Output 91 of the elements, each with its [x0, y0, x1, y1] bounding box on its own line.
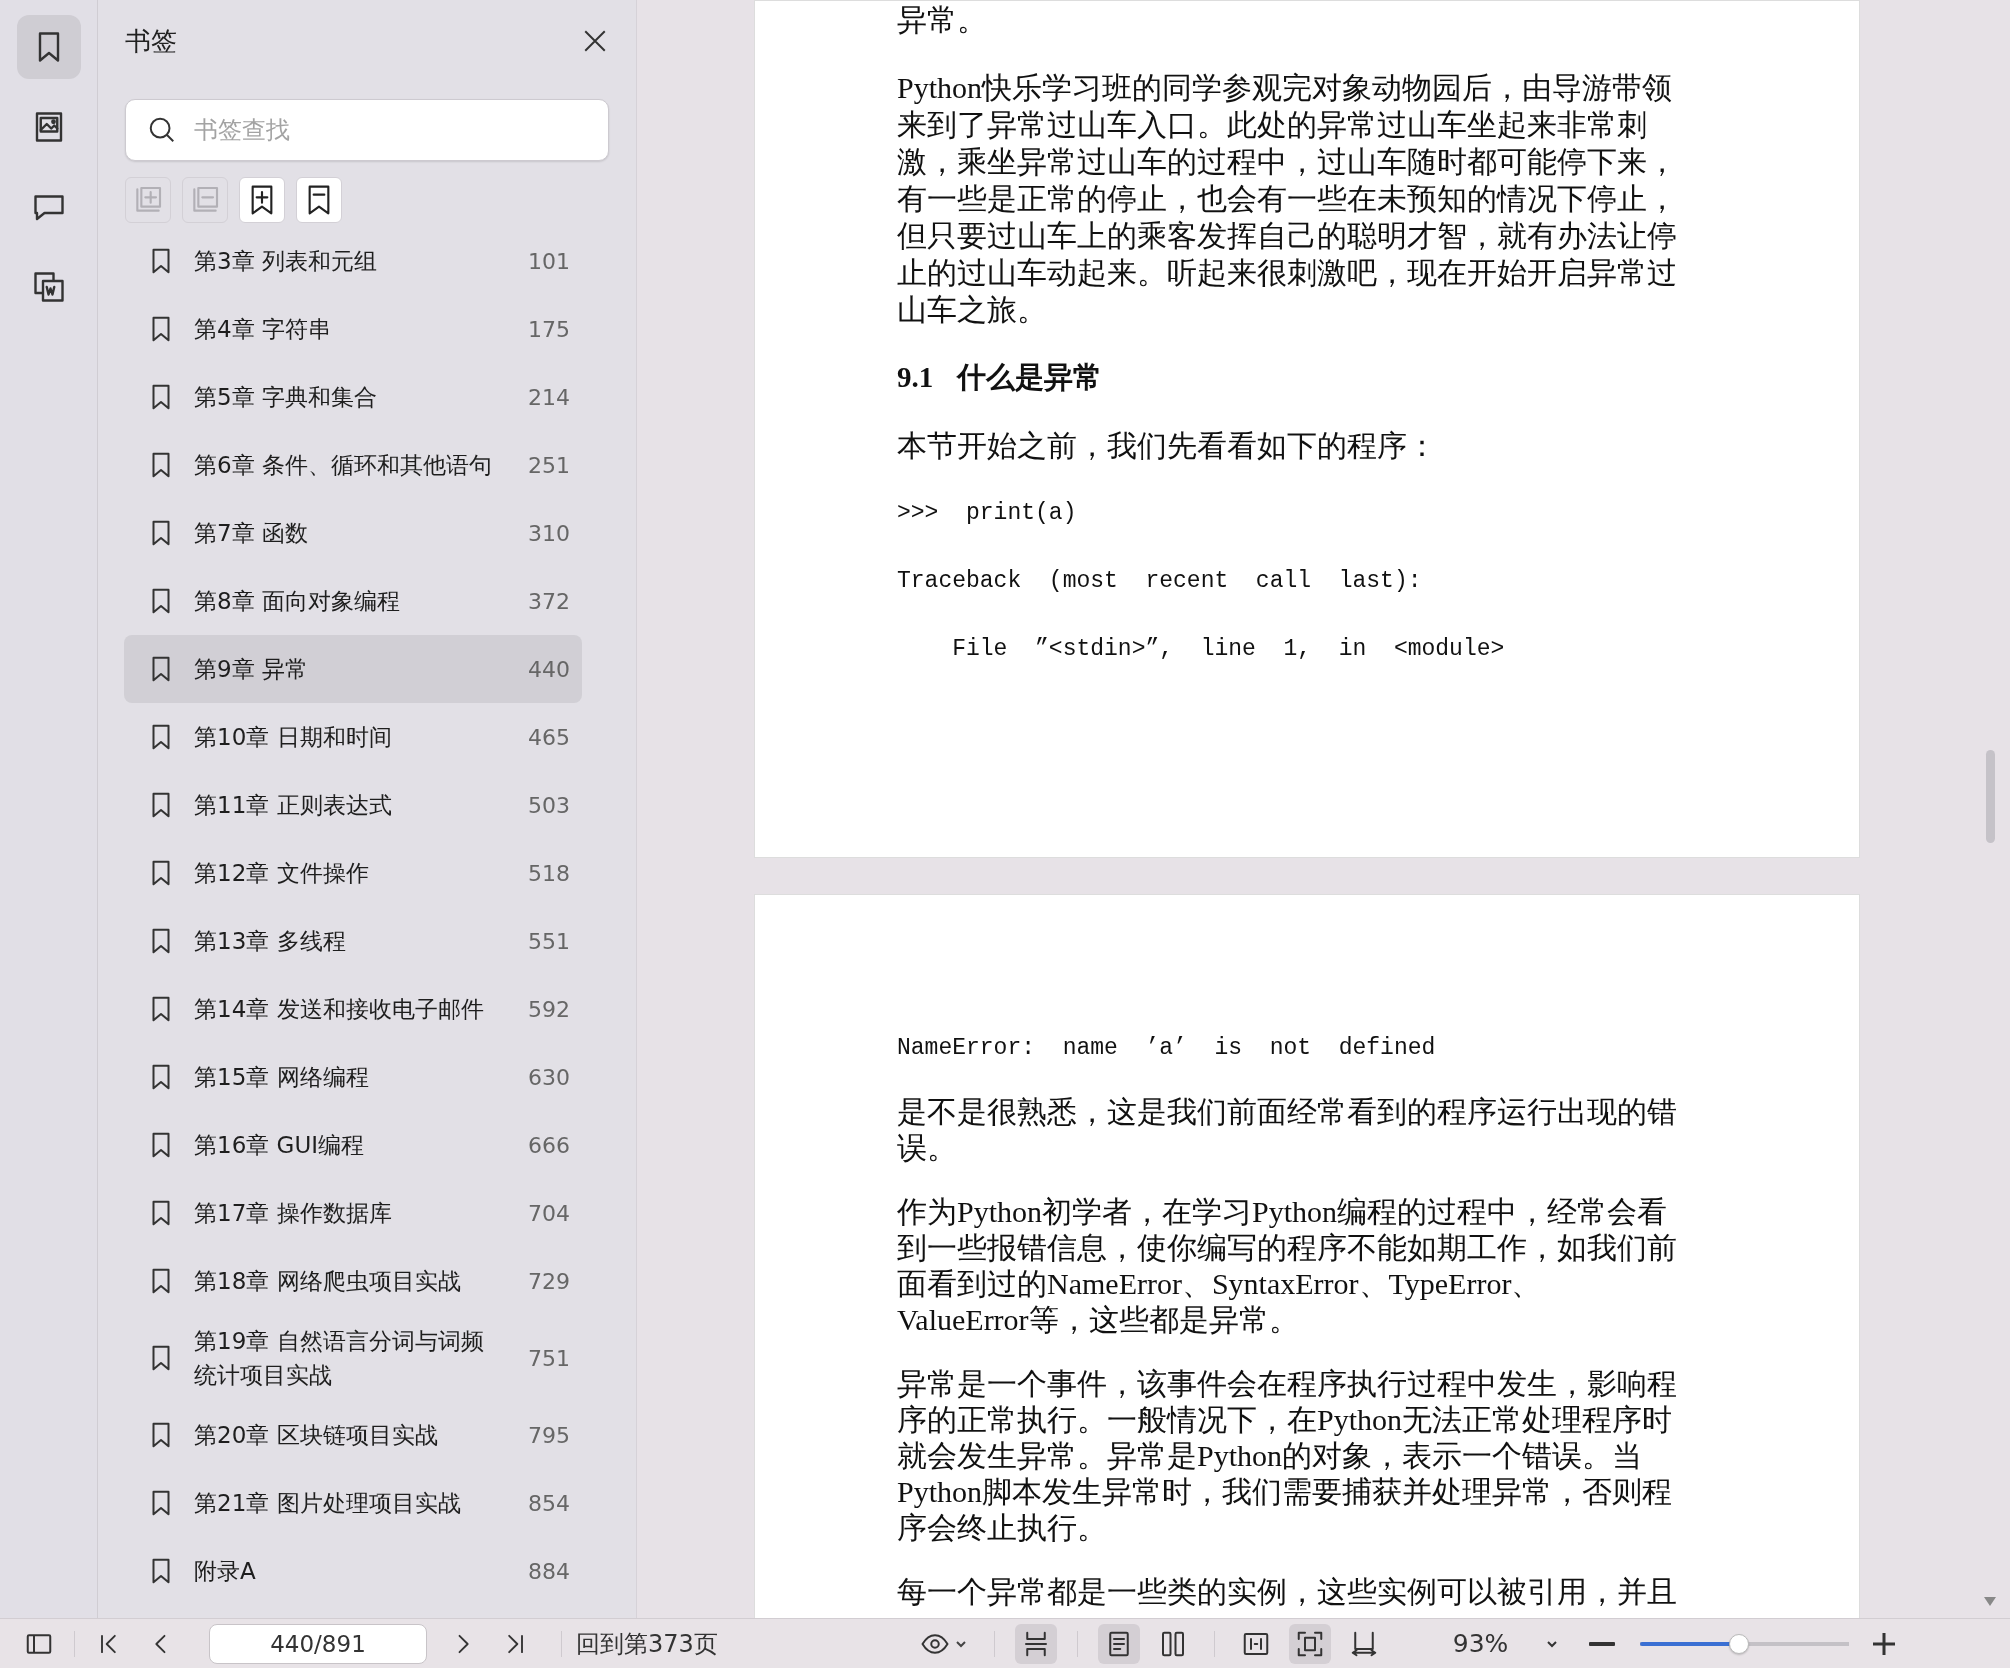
page-input[interactable]: 440/891: [209, 1623, 427, 1664]
plus-icon[interactable]: [1873, 1632, 1896, 1655]
bookmark-title: 第4章 字符串: [194, 315, 332, 344]
bookmark-title: 第15章 网络编程: [194, 1063, 370, 1092]
paragraph: 异常是一个事件，该事件会在程序执行过程中发生，影响程 序的正常执行。一般情况下，在Python无法正常处理程序时 就会发生异常。异常是Python的对象，表示一个错误。当 Python脚本发生异常时，我们需要捕获并处理异常，否则程 序会终止执行。: [897, 1366, 1678, 1546]
bookmark-item[interactable]: 第10章 日期和时间 465: [124, 703, 582, 771]
bookmark-title: 第14章 发送和接收电子邮件: [194, 995, 485, 1024]
bookmark-item[interactable]: 第18章 网络爬虫项目实战 729: [124, 1247, 582, 1315]
scroll-down-icon[interactable]: [1983, 1595, 1997, 1607]
code-line: NameError: name ’a’ is not defined: [897, 1034, 1437, 1063]
bookmark-item[interactable]: 第11章 正则表达式 503: [124, 771, 582, 839]
bookmark-title: 第3章 列表和元组: [194, 247, 378, 276]
page-number: 440: [528, 656, 570, 682]
bookmark-title: 附录A: [194, 1557, 257, 1586]
bookmark-title: 第8章 面向对象编程: [194, 587, 401, 616]
sidebar-tab[interactable]: [16, 15, 81, 79]
bookmark-title: 第7章 函数: [194, 519, 309, 548]
paragraph: 异常。: [897, 2, 988, 38]
bookmark-title: 第20章 区块链项目实战: [194, 1421, 439, 1450]
bookmark-item[interactable]: 第20章 区块链项目实战 795: [124, 1401, 582, 1469]
bookmark-item[interactable]: 第12章 文件操作 518: [124, 839, 582, 907]
bookmark-item[interactable]: 附录A 884: [124, 1537, 582, 1605]
paragraph: 每一个异常都是一些类的实例，这些实例可以被引用，并且: [897, 1574, 1678, 1610]
bookmark-item[interactable]: 第13章 多线程 551: [124, 907, 582, 975]
page-number: 310: [528, 520, 570, 546]
search-field[interactable]: 书签查找: [125, 99, 609, 161]
page-number: 592: [528, 996, 570, 1022]
paragraph: 本节开始之前，我们先看看如下的程序：: [897, 428, 1438, 464]
search-icon: [147, 115, 177, 145]
bookmark-item[interactable]: 第17章 操作数据库 704: [124, 1179, 582, 1247]
page-number: 101: [528, 248, 570, 274]
bookmark-title: 第9章 异常: [194, 655, 309, 684]
minus-icon: [1589, 1640, 1616, 1647]
bookmark-title: 第19章 自然语言分词与词频统计项目实战: [194, 1327, 485, 1390]
bookmark-item[interactable]: 第6章 条件、循环和其他语句 251: [124, 431, 582, 499]
bookmark-title: 第11章 正则表达式: [194, 791, 393, 820]
back-link[interactable]: 回到第373页: [576, 1627, 718, 1660]
bookmark-item[interactable]: 第9章 异常 440: [124, 635, 582, 703]
bookmark-item[interactable]: 第4章 字符串 175: [124, 295, 582, 363]
page-number: 214: [528, 384, 570, 410]
page-number: 372: [528, 588, 570, 614]
page-number: 251: [528, 452, 570, 478]
toolbar-button[interactable]: [239, 177, 285, 223]
page-number: 666: [528, 1132, 570, 1158]
section-heading: 9.1 什么是异常: [897, 360, 1104, 395]
bookmark-title: 第12章 文件操作: [194, 859, 370, 888]
view-button[interactable]: [1288, 1623, 1331, 1664]
bookmark-title: 第5章 字典和集合: [194, 383, 378, 412]
bookmark-item[interactable]: 第19章 自然语言分词与词频统计项目实战 751: [124, 1315, 582, 1401]
page-number: 884: [528, 1558, 570, 1584]
bookmark-title: 第10章 日期和时间: [194, 723, 393, 752]
page-number: 854: [528, 1490, 570, 1516]
code-line: >>> print(a): [897, 499, 1078, 528]
page-number: 630: [528, 1064, 570, 1090]
toolbar-button[interactable]: [296, 177, 342, 223]
scrollbar-thumb[interactable]: [1986, 750, 1995, 843]
code-line: Traceback (most recent call last):: [897, 567, 1423, 596]
bookmark-item[interactable]: 第3章 列表和元组 101: [124, 227, 582, 295]
page-number: 704: [528, 1200, 570, 1226]
slider-thumb[interactable]: [1728, 1633, 1749, 1654]
bookmark-item[interactable]: 第14章 发送和接收电子邮件 592: [124, 975, 582, 1043]
page-number: 729: [528, 1268, 570, 1294]
paragraph: Python快乐学习班的同学参观完对象动物园后，由导游带领 来到了异常过山车入口。此处的异常过山车坐起来非常刺 激，乘坐异常过山车的过程中，过山车随时都可能停下来， 有一些是正常的停止，也会有一些在未预知的情况下停止， 但只要过山车上的乘客发挥自己的聪明才智，就有办法让停 止的过山车动起来。听起来很刺激吧，现在开始开启异常过 山车之旅。: [897, 70, 1678, 328]
page-number: 795: [528, 1422, 570, 1448]
bookmark-item[interactable]: 第15章 网络编程 630: [124, 1043, 582, 1111]
bookmark-title: 第21章 图片处理项目实战: [194, 1489, 462, 1518]
bookmark-item[interactable]: 第5章 字典和集合 214: [124, 363, 582, 431]
bookmark-title: 第16章 GUI编程: [194, 1131, 366, 1160]
paragraph: 是不是很熟悉，这是我们前面经常看到的程序运行出现的错 误。: [897, 1094, 1678, 1166]
view-button[interactable]: [1097, 1623, 1140, 1664]
view-button[interactable]: [1014, 1623, 1057, 1664]
page-number: 518: [528, 860, 570, 886]
panel-title: 书签: [125, 24, 177, 58]
paragraph: 作为Python初学者，在学习Python编程的过程中，经常会看 到一些报错信息，使你编写的程序不能如期工作，如我们前 面看到过的NameError、SyntaxError、TypeError、 ValueError等，这些都是异常。: [897, 1194, 1678, 1338]
bookmark-title: 第6章 条件、循环和其他语句: [194, 451, 493, 480]
bookmark-item[interactable]: 第16章 GUI编程 666: [124, 1111, 582, 1179]
bookmark-item[interactable]: 第8章 面向对象编程 372: [124, 567, 582, 635]
page-number: 751: [528, 1345, 570, 1371]
page-number: 551: [528, 928, 570, 954]
bookmark-title: 第18章 网络爬虫项目实战: [194, 1267, 462, 1296]
bookmark-title: 第17章 操作数据库: [194, 1199, 393, 1228]
close-icon: [582, 28, 608, 54]
bookmark-item[interactable]: 第7章 函数 310: [124, 499, 582, 567]
close-button[interactable]: [582, 28, 608, 54]
page-number: 465: [528, 724, 570, 750]
bookmark-item[interactable]: 第21章 图片处理项目实战 854: [124, 1469, 582, 1537]
page-number: 503: [528, 792, 570, 818]
code-line: File ”<stdin>”, line 1, in <module>: [951, 635, 1506, 664]
zoom-level: 93%: [1452, 1629, 1509, 1658]
bookmark-title: 第13章 多线程: [194, 927, 347, 956]
page-number: 175: [528, 316, 570, 342]
